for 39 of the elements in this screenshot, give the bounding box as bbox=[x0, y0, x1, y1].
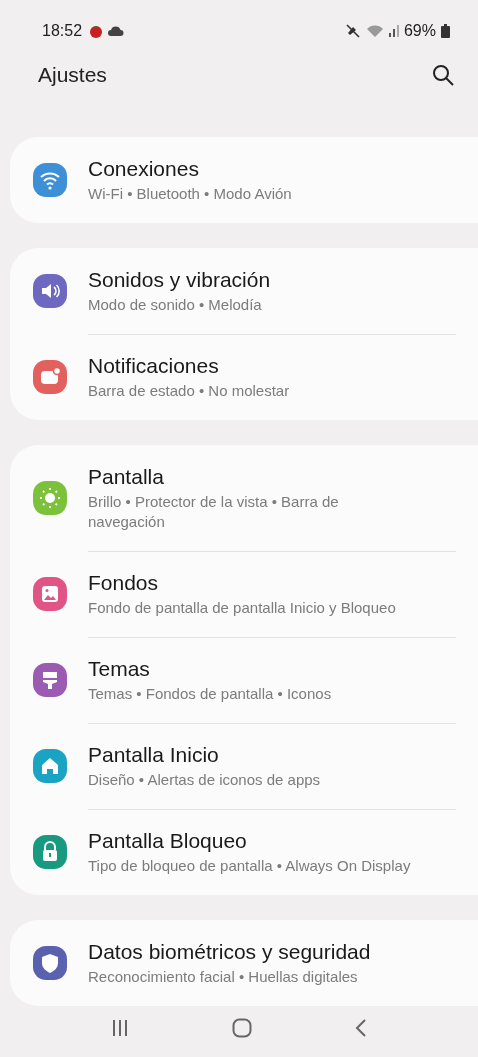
settings-item[interactable]: Sonidos y vibración Modo de sonido • Melodía bbox=[10, 247, 478, 334]
settings-item[interactable]: Datos biométricos y seguridad Reconocimiento facial • Huellas digitales bbox=[10, 919, 478, 1006]
back-icon[interactable] bbox=[354, 1018, 367, 1039]
battery-icon bbox=[441, 23, 450, 38]
item-title: Fondos bbox=[88, 569, 160, 596]
item-subtitle: Wi-Fi • Bluetooth • Modo Avión bbox=[88, 183, 292, 204]
item-subtitle: Barra de estado • No molestar bbox=[88, 380, 290, 401]
item-subtitle: Diseño • Alertas de iconos de apps bbox=[88, 769, 321, 790]
cell-signal-icon bbox=[388, 23, 399, 38]
settings-item[interactable]: Notificaciones Barra de estado • No molestar bbox=[10, 333, 478, 420]
cloud-icon bbox=[108, 24, 125, 37]
item-title: Conexiones bbox=[88, 155, 200, 182]
wifi-signal-icon bbox=[365, 23, 384, 38]
home-icon[interactable] bbox=[232, 1018, 252, 1039]
item-subtitle: Brillo • Protector de la vista • Barra de navegación bbox=[88, 491, 340, 532]
page-title: Ajustes bbox=[38, 63, 107, 88]
item-title: Pantalla Bloqueo bbox=[88, 827, 248, 854]
settings-item[interactable]: Conexiones Wi-Fi • Bluetooth • Modo Avión bbox=[10, 136, 478, 223]
item-subtitle: Temas • Fondos de pantalla • Iconos bbox=[88, 683, 332, 704]
settings-item[interactable]: Pantalla Inicio Diseño • Alertas de iconos de apps bbox=[10, 722, 478, 809]
settings-item[interactable]: Temas Temas • Fondos de pantalla • Iconos bbox=[10, 636, 478, 723]
item-title: Pantalla bbox=[88, 463, 165, 490]
settings-item[interactable]: Pantalla Bloqueo Tipo de bloqueo de pantalla • Always On Display bbox=[10, 808, 478, 895]
item-subtitle: Reconocimiento facial • Huellas digitales bbox=[88, 966, 359, 987]
item-title: Sonidos y vibración bbox=[88, 266, 271, 293]
clock-time: 18:52 bbox=[42, 21, 83, 40]
tomato-icon bbox=[89, 23, 104, 38]
battery-percent: 69% bbox=[403, 21, 436, 40]
item-title: Pantalla Inicio bbox=[88, 741, 220, 768]
search-icon[interactable] bbox=[432, 64, 454, 87]
item-subtitle: Fondo de pantalla de pantalla Inicio y Bloqueo bbox=[88, 597, 396, 618]
item-subtitle: Tipo de bloqueo de pantalla • Always On Display bbox=[88, 855, 411, 876]
settings-item[interactable]: Fondos Fondo de pantalla de pantalla Inicio y Bloqueo bbox=[10, 550, 478, 637]
settings-item[interactable]: Pantalla Brillo • Protector de la vista • Barra de navegación bbox=[10, 444, 478, 551]
item-title: Datos biométricos y seguridad bbox=[88, 938, 371, 965]
item-subtitle: Modo de sonido • Melodía bbox=[88, 294, 263, 315]
item-title: Notificaciones bbox=[88, 352, 220, 379]
recent-apps-icon[interactable] bbox=[111, 1018, 130, 1039]
item-title: Temas bbox=[88, 655, 151, 682]
